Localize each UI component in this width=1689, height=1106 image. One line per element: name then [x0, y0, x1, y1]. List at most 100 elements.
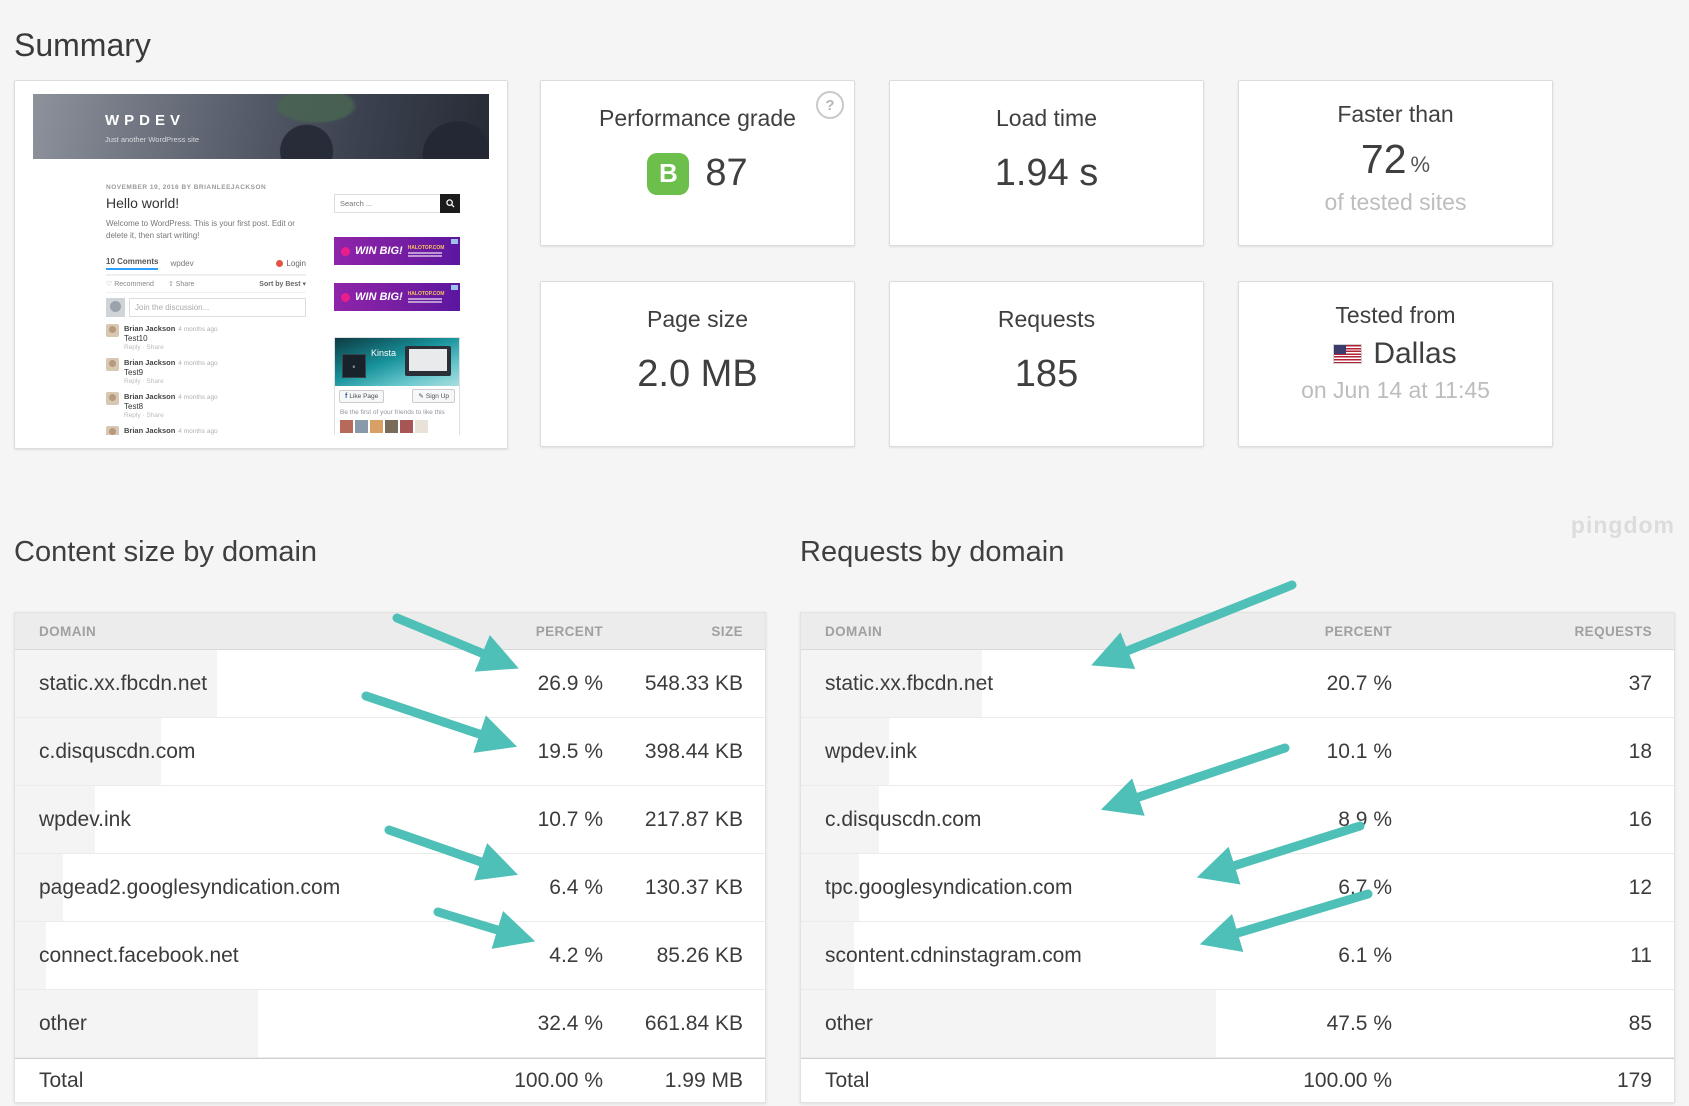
recommend-label: Recommend [114, 280, 154, 288]
table-row: other 47.5 % 85 [801, 990, 1674, 1058]
content-size-heading: Content size by domain [14, 536, 318, 568]
card-value: 185 [1014, 353, 1079, 395]
table-header: DOMAIN PERCENT SIZE [15, 613, 765, 650]
adchoices-icon [451, 285, 458, 290]
ad-domain: HALOTOP.COM [407, 245, 445, 251]
total-label: Total [39, 1068, 84, 1092]
card-page-size: Page size 2.0 MB [540, 281, 855, 447]
requests-cell: 85 [1628, 1011, 1652, 1035]
card-performance-grade: ? Performance grade B 87 [540, 80, 855, 246]
card-value: 87 [705, 152, 748, 194]
comment-actions: Reply · Share [124, 412, 164, 419]
table-row: wpdev.ink 10.1 % 18 [801, 718, 1674, 786]
requests-cell: 12 [1628, 875, 1652, 899]
percent-cell: 32.4 % [537, 1011, 603, 1035]
us-flag-icon [1334, 345, 1362, 363]
size-cell: 398.44 KB [644, 739, 743, 763]
chevron-down-icon: ▾ [302, 281, 306, 288]
facebook-cover-image: K Kinsta [335, 338, 459, 386]
domain-cell: c.disquscdn.com [825, 807, 982, 831]
pencil-icon: ✎ [418, 393, 424, 400]
total-size: 1.99 MB [664, 1068, 743, 1092]
card-value: 1.94 s [994, 152, 1099, 194]
facebook-button-row: f Like Page ✎ Sign Up [335, 386, 459, 406]
adchoices-icon [451, 239, 458, 244]
ad-domain: HALOTOP.COM [407, 291, 445, 297]
avatar [106, 426, 119, 435]
ad-text-line [407, 301, 442, 303]
search-icon [445, 199, 455, 208]
card-faster-than: Faster than 72 % of tested sites [1238, 80, 1553, 246]
table-row: wpdev.ink 10.7 % 217.87 KB [15, 786, 765, 854]
domain-cell: connect.facebook.net [39, 943, 239, 967]
card-value: 72 [1360, 136, 1407, 182]
card-title: Performance grade [599, 105, 796, 131]
laptop-graphic [405, 346, 451, 376]
like-page-button: f Like Page [339, 389, 385, 403]
table-row: pagead2.googlesyndication.com 6.4 % 130.… [15, 854, 765, 922]
table-row: static.xx.fbcdn.net 26.9 % 548.33 KB [15, 650, 765, 718]
avatar [106, 324, 119, 337]
card-title: Requests [997, 306, 1096, 332]
table-row: c.disquscdn.com 19.5 % 398.44 KB [15, 718, 765, 786]
help-icon[interactable]: ? [816, 91, 844, 119]
comment-item: Brian Jackson 4 months ago Test9 Reply · … [106, 358, 306, 385]
grade-badge: B [647, 152, 690, 195]
total-percent: 100.00 % [514, 1068, 603, 1092]
column-header-domain: DOMAIN [39, 623, 97, 639]
card-value: Dallas [1373, 337, 1457, 370]
percent-cell: 8.9 % [1338, 807, 1392, 831]
percent-cell: 10.1 % [1326, 739, 1392, 763]
domain-cell: static.xx.fbcdn.net [39, 671, 208, 695]
page-title: Summary [14, 27, 151, 64]
card-title: Load time [995, 105, 1097, 131]
login-label: Login [286, 259, 306, 268]
join-discussion-row: Join the discussion... [106, 298, 306, 317]
domain-cell: pagead2.googlesyndication.com [39, 875, 341, 899]
domain-cell: other [39, 1011, 87, 1035]
site-tagline: Just another WordPress site [105, 135, 200, 144]
ad-headline: WIN BIG! [355, 291, 403, 303]
requests-cell: 11 [1630, 943, 1652, 967]
facebook-widget: K Kinsta f Like Page ✎ Sign Up Be the fi… [334, 337, 460, 435]
disqus-toolbar: ♡ Recommend ⇧ Share Sort by Best ▾ [106, 276, 306, 293]
column-header-domain: DOMAIN [825, 623, 883, 639]
post-title: Hello world! [106, 195, 180, 211]
percent-cell: 6.7 % [1338, 875, 1392, 899]
facebook-page-name: Kinsta [371, 348, 397, 358]
site-screenshot: WPDEV Just another WordPress site NOVEMB… [33, 94, 489, 435]
total-percent: 100.00 % [1303, 1068, 1392, 1092]
domain-cell: static.xx.fbcdn.net [825, 671, 994, 695]
share-label: Share [175, 280, 195, 288]
comment-text: Test9 [124, 368, 144, 377]
site-title: WPDEV [105, 112, 186, 129]
friend-photo [340, 420, 353, 433]
table-row: tpc.googlesyndication.com 6.7 % 12 [801, 854, 1674, 922]
comment-text: Test10 [124, 334, 148, 343]
comment-actions: Reply · Share [124, 378, 164, 385]
table-header: DOMAIN PERCENT REQUESTS [801, 613, 1674, 650]
percent-cell: 26.9 % [537, 671, 603, 695]
domain-cell: other [825, 1011, 873, 1035]
comment-time: 4 months ago [178, 326, 218, 333]
comment-author: Brian Jackson 4 months ago [124, 426, 218, 435]
size-cell: 85.26 KB [656, 943, 743, 967]
total-requests: 179 [1616, 1068, 1652, 1092]
share-icon: ⇧ [167, 281, 174, 288]
column-header-percent: PERCENT [535, 623, 603, 639]
percent-cell: 20.7 % [1326, 671, 1392, 695]
card-tested-from: Tested from Dallas on Jun 14 at 11:45 [1238, 281, 1553, 447]
friend-photo [400, 420, 413, 433]
percent-cell: 6.1 % [1338, 943, 1392, 967]
total-label: Total [825, 1068, 870, 1092]
facebook-hint-text: Be the first of your friends to like thi… [340, 409, 445, 416]
friend-photo [385, 420, 398, 433]
join-discussion-input: Join the discussion... [129, 298, 306, 317]
avatar [106, 358, 119, 371]
heart-icon: ♡ [106, 281, 113, 288]
sign-up-button: ✎ Sign Up [412, 389, 455, 403]
table-row: other 32.4 % 661.84 KB [15, 990, 765, 1058]
comment-item: Brian Jackson 4 months ago Test10 Reply ·… [106, 324, 306, 351]
domain-cell: c.disquscdn.com [39, 739, 196, 763]
ad-logo-icon [341, 292, 350, 302]
